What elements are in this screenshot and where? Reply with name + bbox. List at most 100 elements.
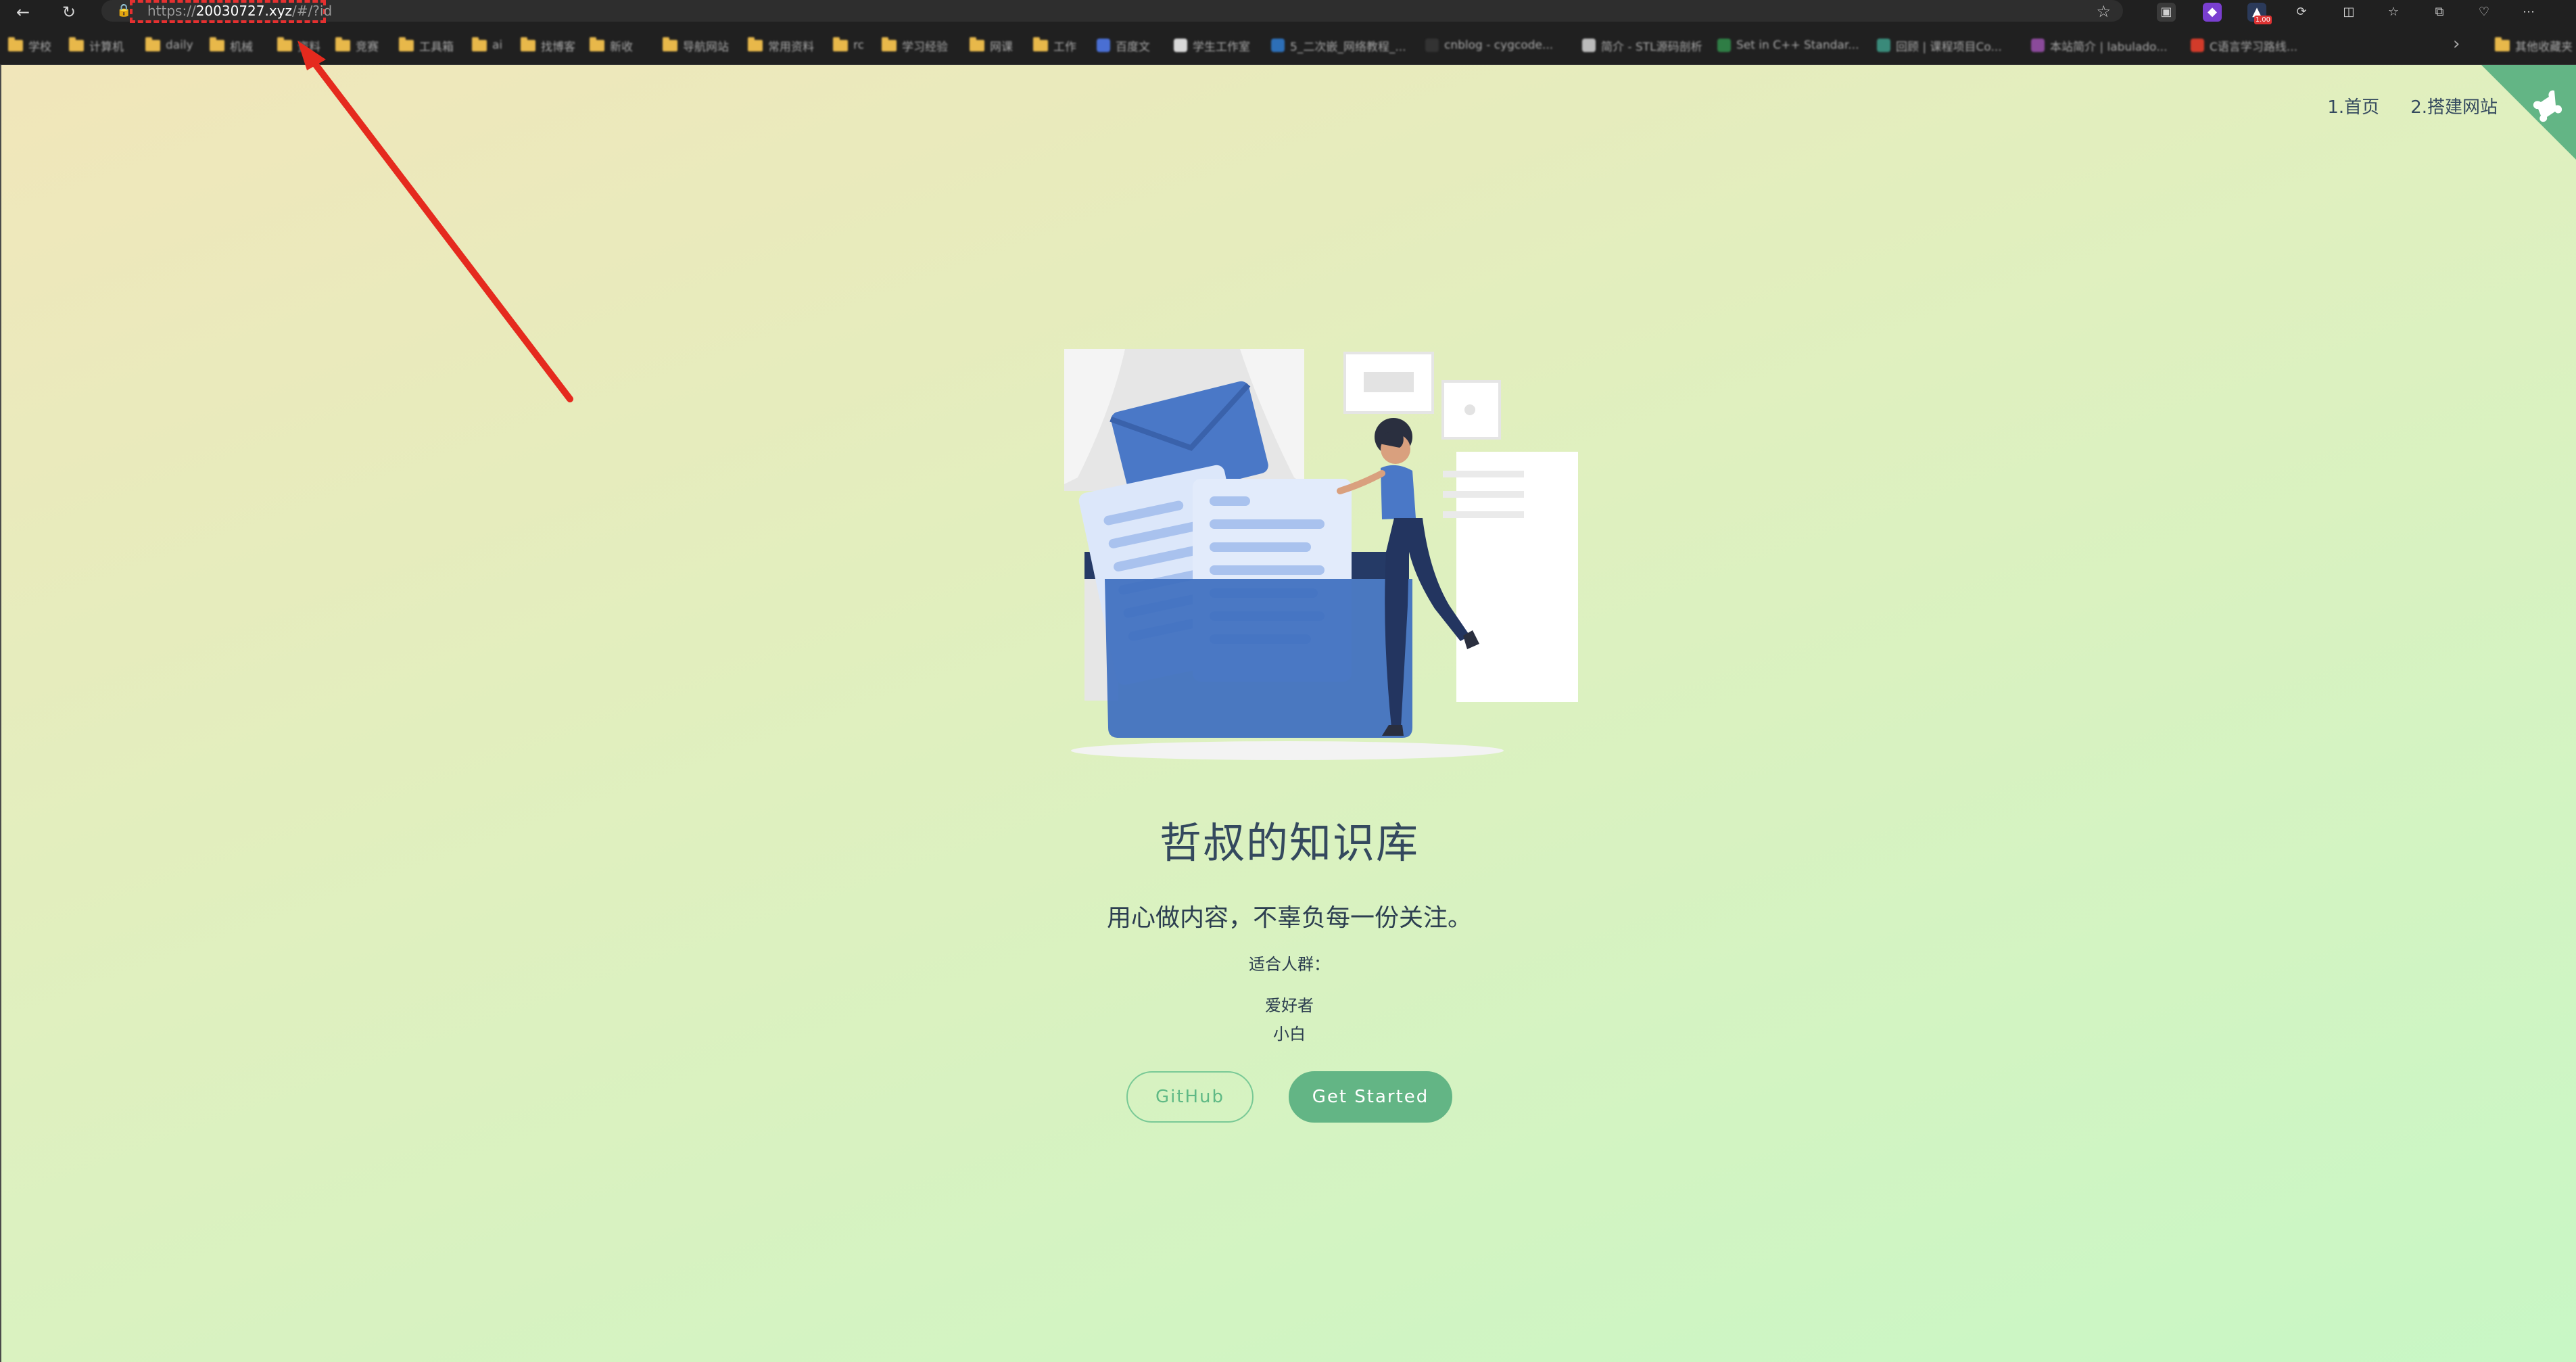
bookmark-site[interactable]: Set in C++ Standar... (1717, 37, 1859, 54)
extension-purple-icon[interactable]: ◆ (2203, 3, 2222, 22)
bookmark-folder[interactable]: 资料 (277, 37, 320, 54)
bookmark-label: 找博客 (541, 40, 575, 54)
bookmark-label: 导航网站 (683, 40, 729, 54)
bookmark-site[interactable]: 本站简介 | labulado... (2031, 37, 2168, 54)
bookmark-label: 计算机 (89, 40, 124, 54)
bookmark-folder[interactable]: 常用资料 (748, 37, 814, 54)
url-path: /#/?id (292, 3, 333, 19)
bookmark-folder[interactable]: daily (145, 37, 193, 54)
bookmark-folder[interactable]: 网课 (970, 37, 1013, 54)
bookmark-label: 网课 (990, 40, 1013, 54)
back-arrow-icon[interactable]: ← (12, 1, 34, 23)
collections-icon[interactable]: ⧉ (2430, 3, 2449, 22)
bookmark-label: 常用资料 (768, 40, 814, 54)
github-button[interactable]: GitHub (1126, 1071, 1254, 1123)
hero-buttons: GitHub Get Started (1, 1071, 2576, 1123)
bookmark-folder[interactable]: 工作 (1033, 37, 1076, 54)
folder-icon (970, 37, 984, 51)
refresh-icon[interactable]: ↻ (58, 1, 80, 23)
site-favicon-icon (1271, 39, 1285, 52)
favorites-icon[interactable]: ☆ (2384, 3, 2403, 22)
bookmark-label: 其他收藏夹 (2515, 40, 2573, 54)
bookmark-label: 学校 (28, 40, 51, 54)
folder-icon (2495, 37, 2510, 51)
bookmark-label: ai (492, 39, 503, 52)
site-favicon-icon (2191, 39, 2204, 52)
bookmark-folder[interactable]: 新收 (590, 37, 633, 54)
bookmark-folder[interactable]: rc (833, 37, 864, 54)
site-favicon-icon (1174, 39, 1187, 52)
site-favicon-icon (1717, 39, 1731, 52)
bookmark-site[interactable]: 5_二次嵌_网络教程_... (1271, 37, 1406, 54)
bookmark-folder[interactable]: 机械 (210, 37, 253, 54)
favorite-star-icon[interactable]: ☆ (2096, 2, 2111, 21)
split-screen-icon[interactable]: ◫ (2339, 3, 2358, 22)
url-prefix: https:// (147, 3, 196, 19)
github-corner-icon[interactable] (2441, 65, 2576, 200)
bookmark-other-folder[interactable]: 其他收藏夹 (2495, 37, 2573, 54)
bookmark-folder[interactable]: 找博客 (521, 37, 575, 54)
bookmark-site[interactable]: 简介 - STL源码剖析 (1582, 37, 1702, 54)
address-bar[interactable]: 🔒 https://20030727.xyz/#/?id ☆ (101, 0, 2123, 23)
bookmark-label: 机械 (230, 40, 253, 54)
browser-toolbar: ← ↻ 🔒 https://20030727.xyz/#/?id ☆ ▣ ◆ ▲… (0, 0, 2576, 24)
bookmark-label: daily (166, 39, 193, 52)
audience-item: 爱好者 (1265, 996, 1314, 1015)
site-subtitle: 用心做内容，不辜负每一份关注。 (1106, 904, 1472, 932)
bookmark-label: 简介 - STL源码剖析 (1601, 40, 1702, 54)
more-menu-icon[interactable]: ⋯ (2519, 3, 2538, 22)
bookmark-folder[interactable]: 计算机 (69, 37, 124, 54)
bookmark-label: C语言学习路线... (2210, 40, 2298, 54)
folder-icon (1033, 37, 1048, 51)
folder-icon (210, 37, 224, 51)
site-title: 哲叔的知识库 (1159, 818, 1419, 868)
folder-icon (277, 37, 292, 51)
browser-essentials-icon[interactable]: ♡ (2475, 3, 2494, 22)
site-favicon-icon (1425, 39, 1439, 52)
extensions-puzzle-icon[interactable]: ⟳ (2292, 3, 2311, 22)
bookmark-label: 工作 (1053, 40, 1076, 54)
bookmark-site[interactable]: 学生工作室 (1174, 37, 1250, 54)
bookmark-folder[interactable]: 工具箱 (399, 37, 454, 54)
bookmark-folder[interactable]: ai (472, 37, 502, 54)
lock-icon[interactable]: 🔒 (116, 3, 131, 18)
url-text[interactable]: https://20030727.xyz/#/?id (147, 1, 332, 20)
folder-icon (335, 37, 350, 51)
bookmark-site[interactable]: 百度文 (1097, 37, 1150, 54)
folder-icon (833, 37, 848, 51)
extension-badge: 1.00 (2253, 16, 2272, 24)
bookmark-label: rc (853, 39, 864, 52)
folder-icon (590, 37, 604, 51)
bookmark-site[interactable]: 回顾 | 课程项目Co... (1877, 37, 2002, 54)
site-favicon-icon (1877, 39, 1890, 52)
bookmark-folder[interactable]: 竞赛 (335, 37, 379, 54)
bookmarks-bar: 学校 计算机 daily 机械 资料 竞赛 工具箱 ai 找博客 新收 导航网站 常用资料 rc 学习经验… (0, 24, 2576, 65)
extension-badge-icon[interactable]: ▲ 1.00 (2247, 3, 2272, 24)
site-favicon-icon (1097, 39, 1110, 52)
bookmark-label: cnblog - cygcode... (1444, 39, 1554, 52)
bookmark-folder[interactable]: 导航网站 (663, 37, 729, 54)
bookmark-label: 工具箱 (419, 40, 454, 54)
bookmark-site[interactable]: cnblog - cygcode... (1425, 37, 1553, 54)
page-viewport: 1.首页 2.搭建网站 哲叔的知识库 用心做内容，不辜负每一份关注。 适合人群：… (0, 65, 2576, 1362)
extension-icon[interactable]: ▣ (2157, 3, 2176, 22)
bookmark-folder[interactable]: 学习经验 (882, 37, 948, 54)
bookmark-label: 新收 (610, 40, 633, 54)
bookmark-label: 本站简介 | labulado... (2050, 40, 2168, 54)
bookmark-label: 学生工作室 (1193, 40, 1250, 54)
get-started-button[interactable]: Get Started (1289, 1071, 1452, 1123)
audience-list: 爱好者 小白 (1, 991, 2576, 1048)
folder-icon (69, 37, 84, 51)
folder-icon (399, 37, 414, 51)
bookmark-label: 百度文 (1116, 40, 1150, 54)
bookmark-label: 资料 (297, 40, 320, 54)
bookmark-label: Set in C++ Standar... (1736, 39, 1859, 52)
folder-icon (472, 37, 487, 51)
bookmark-folder[interactable]: 学校 (8, 37, 51, 54)
chevron-right-icon[interactable]: › (2453, 34, 2460, 54)
bookmark-label: 学习经验 (902, 40, 948, 54)
hero-illustration (1064, 349, 1578, 760)
bookmark-site[interactable]: C语言学习路线... (2191, 37, 2297, 54)
bookmark-label: 竞赛 (356, 40, 379, 54)
nav-link-home[interactable]: 1.首页 (2327, 93, 2379, 118)
